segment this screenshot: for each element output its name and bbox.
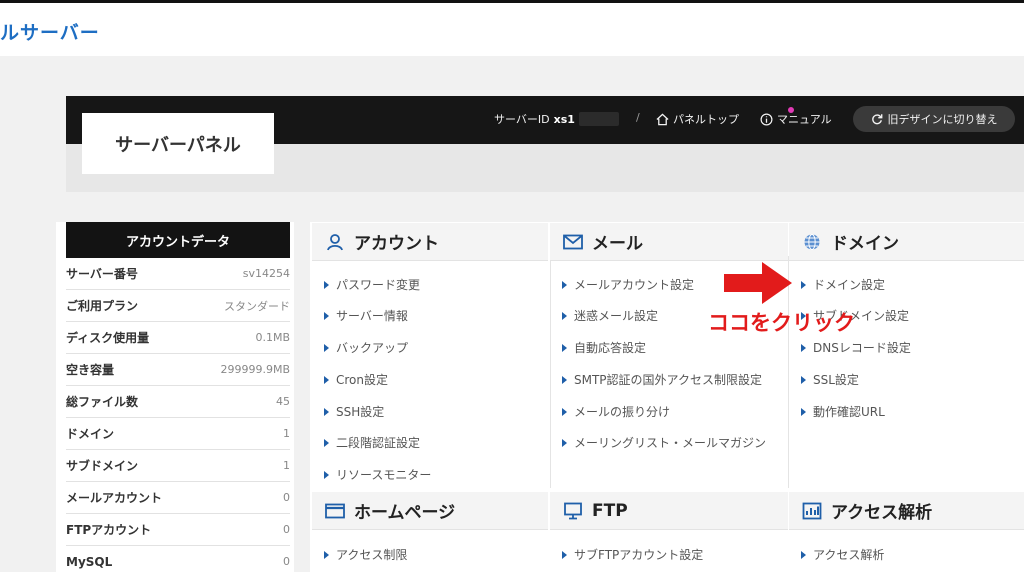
refresh-icon	[871, 114, 882, 125]
account-row: 総ファイル数 45	[66, 386, 290, 418]
menu-item-resource-monitor[interactable]: リソースモニター	[324, 466, 431, 483]
info-circle-icon	[760, 113, 773, 125]
bullet-icon	[801, 343, 806, 352]
menu-item-ssh[interactable]: SSH設定	[324, 403, 384, 420]
user-icon	[324, 231, 346, 253]
menu-item-dns[interactable]: DNSレコード設定	[801, 339, 911, 356]
old-design-label: 旧デザインに切り替え	[887, 113, 998, 126]
account-row: サーバー番号 sv14254	[66, 258, 290, 290]
bullet-icon	[324, 280, 329, 289]
section-account-title: アカウント	[354, 234, 439, 254]
server-id-mask	[578, 112, 619, 126]
panel-top-link[interactable]: パネルトップ	[656, 111, 739, 127]
account-row: ご利用プラン スタンダード	[66, 290, 290, 322]
menu-item-ssl[interactable]: SSL設定	[801, 371, 859, 388]
bullet-icon	[801, 550, 806, 559]
bullet-icon	[324, 550, 329, 559]
column-divider	[550, 256, 551, 488]
bullet-icon	[562, 407, 567, 416]
menu-item-backup[interactable]: バックアップ	[324, 339, 408, 356]
server-id-label: サーバーID	[494, 113, 550, 126]
account-row: メールアカウント 0	[66, 482, 290, 514]
bullet-icon	[562, 343, 567, 352]
menu-item-2fa[interactable]: 二段階認証設定	[324, 434, 420, 451]
section-analytics-header: アクセス解析	[789, 492, 1024, 530]
bullet-icon	[324, 343, 329, 352]
section-domain-header: ドメイン	[789, 223, 1024, 261]
bullet-icon	[562, 375, 567, 384]
manual-label: マニュアル	[777, 113, 832, 126]
home-icon	[656, 113, 669, 125]
chart-icon	[801, 500, 823, 522]
bullet-icon	[324, 311, 329, 320]
bullet-icon	[562, 438, 567, 447]
bullet-icon	[562, 280, 567, 289]
menu-item-mail-filter[interactable]: メールの振り分け	[562, 403, 670, 420]
server-id: サーバーID xs1	[494, 111, 619, 127]
section-analytics-title: アクセス解析	[831, 503, 933, 523]
bullet-icon	[324, 470, 329, 479]
monitor-icon	[562, 500, 584, 522]
menu-item-mailing-list[interactable]: メーリングリスト・メールマガジン	[562, 434, 766, 451]
server-id-value: xs1	[553, 112, 575, 126]
brand-logo[interactable]: ルサーバー	[0, 18, 100, 45]
cursor-dot	[788, 107, 794, 113]
account-row: サブドメイン 1	[66, 450, 290, 482]
section-ftp-title: FTP	[592, 500, 628, 521]
section-homepage-header: ホームページ	[312, 492, 548, 530]
bullet-icon	[324, 375, 329, 384]
bullet-icon	[801, 280, 806, 289]
menu-item-cron[interactable]: Cron設定	[324, 371, 388, 388]
menu-item-access-restriction[interactable]: アクセス制限	[324, 546, 407, 563]
top-border-line	[0, 0, 1024, 3]
account-row: 空き容量 299999.9MB	[66, 354, 290, 386]
section-domain-title: ドメイン	[831, 234, 899, 254]
section-mail-title: メール	[592, 234, 643, 254]
bullet-icon	[324, 438, 329, 447]
account-row: ディスク使用量 0.1MB	[66, 322, 290, 354]
click-here-annotation: ココをクリック	[708, 311, 855, 335]
menu-item-autoreply[interactable]: 自動応答設定	[562, 339, 646, 356]
section-homepage-title: ホームページ	[354, 503, 456, 523]
account-data-title: アカウントデータ	[66, 222, 290, 258]
section-account-header: アカウント	[312, 223, 548, 261]
bullet-icon	[801, 375, 806, 384]
account-data-panel: アカウントデータ サーバー番号 sv14254 ご利用プラン スタンダード ディスク…	[56, 222, 294, 572]
red-arrow-icon	[724, 262, 792, 304]
menu-item-server-info[interactable]: サーバー情報	[324, 307, 408, 324]
bullet-icon	[562, 311, 567, 320]
menu-item-domain-settings[interactable]: ドメイン設定	[801, 276, 885, 293]
account-row: MySQL 0	[66, 546, 290, 572]
old-design-button[interactable]: 旧デザインに切り替え	[853, 106, 1015, 132]
menu-item-sub-ftp[interactable]: サブFTPアカウント設定	[562, 546, 703, 563]
panel-title: サーバーパネル	[82, 113, 274, 174]
menu-item-check-url[interactable]: 動作確認URL	[801, 403, 885, 420]
bullet-icon	[801, 407, 806, 416]
menu-item-spam[interactable]: 迷惑メール設定	[562, 307, 658, 324]
bullet-icon	[562, 550, 567, 559]
mail-icon	[562, 231, 584, 253]
bullet-icon	[324, 407, 329, 416]
account-row: FTPアカウント 0	[66, 514, 290, 546]
menu-item-smtp-restrict[interactable]: SMTP認証の国外アクセス制限設定	[562, 371, 762, 388]
menu-item-mail-account[interactable]: メールアカウント設定	[562, 276, 694, 293]
panel-top-label: パネルトップ	[673, 113, 739, 126]
section-ftp-header: FTP	[550, 492, 788, 530]
window-icon	[324, 500, 346, 522]
globe-icon	[801, 231, 823, 253]
manual-link[interactable]: マニュアル	[760, 111, 832, 127]
account-row: ドメイン 1	[66, 418, 290, 450]
menu-item-access-analytics[interactable]: アクセス解析	[801, 546, 884, 563]
header-separator: /	[636, 111, 640, 124]
menu-item-password[interactable]: パスワード変更	[324, 276, 420, 293]
section-mail-header: メール	[550, 223, 788, 261]
